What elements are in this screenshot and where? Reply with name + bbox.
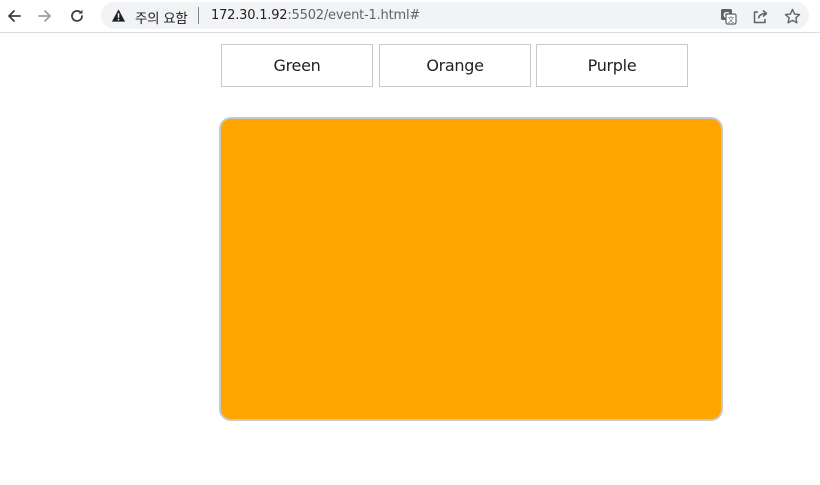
back-button[interactable]	[2, 4, 26, 28]
omnibox-separator	[198, 7, 199, 24]
url-host: 172.30.1.92	[211, 8, 288, 23]
green-button[interactable]: Green	[221, 44, 373, 87]
bookmark-button[interactable]	[782, 6, 802, 26]
warning-icon[interactable]	[111, 8, 126, 23]
share-icon	[753, 9, 767, 23]
translate-button[interactable]: G 文	[718, 6, 738, 26]
address-bar[interactable]: 주의 요함 172.30.1.92:5502/event-1.html# G 文	[101, 2, 809, 29]
forward-arrow-icon	[38, 10, 51, 22]
purple-button[interactable]: Purple	[536, 44, 688, 87]
back-arrow-icon	[8, 10, 21, 22]
reload-button[interactable]	[65, 4, 89, 28]
security-status-label[interactable]: 주의 요함	[135, 7, 188, 27]
share-button[interactable]	[750, 6, 770, 26]
color-box	[219, 117, 723, 421]
star-icon	[784, 8, 800, 23]
browser-toolbar: 주의 요함 172.30.1.92:5502/event-1.html# G 文	[0, 0, 820, 33]
url-path: :5502/event-1.html#	[287, 8, 421, 23]
url-text[interactable]: 172.30.1.92:5502/event-1.html#	[211, 8, 420, 23]
svg-text:文: 文	[727, 15, 734, 24]
translate-icon: G 文	[720, 8, 737, 25]
forward-button[interactable]	[33, 4, 57, 28]
orange-button[interactable]: Orange	[379, 44, 531, 87]
reload-icon	[71, 9, 83, 22]
